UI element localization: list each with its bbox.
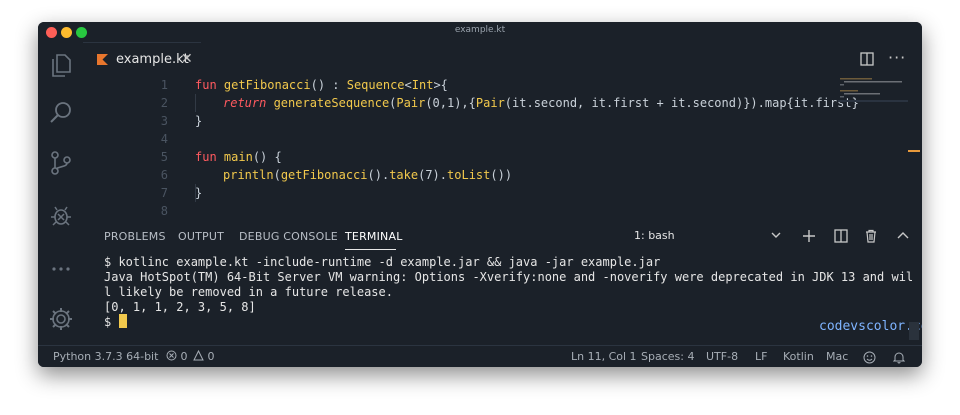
panel-tab-bar: PROBLEMS OUTPUT DEBUG CONSOLE TERMINAL 1… bbox=[83, 221, 922, 253]
line-number: 3 bbox=[160, 114, 168, 128]
code-line[interactable]: 1 fun getFibonacci() : Sequence<Int>{ bbox=[83, 76, 903, 94]
editor-tab-bar: example.kt ✕ ··· bbox=[83, 42, 922, 77]
settings-gear-icon[interactable] bbox=[48, 306, 74, 332]
kotlin-file-icon bbox=[97, 54, 108, 65]
end-of-line[interactable]: LF bbox=[755, 350, 767, 363]
code-text: fun main() { bbox=[195, 150, 282, 164]
terminal-line: l likely be removed in a future release. bbox=[104, 285, 393, 299]
code-line[interactable]: 4 bbox=[83, 130, 903, 148]
notifications-bell-icon[interactable] bbox=[893, 351, 905, 364]
platform[interactable]: Mac bbox=[826, 350, 848, 363]
split-editor-icon[interactable] bbox=[860, 52, 874, 66]
new-terminal-icon[interactable] bbox=[802, 229, 816, 243]
title-bar: example.kt bbox=[38, 22, 922, 43]
warning-icon bbox=[193, 349, 204, 361]
tab-output[interactable]: OUTPUT bbox=[178, 230, 224, 243]
terminal-prompt: $ bbox=[104, 315, 119, 329]
code-line[interactable]: 8 bbox=[83, 202, 903, 220]
split-terminal-icon[interactable] bbox=[834, 229, 848, 243]
line-number: 6 bbox=[160, 168, 168, 182]
code-line[interactable]: 3} bbox=[83, 112, 903, 130]
line-number: 7 bbox=[160, 186, 168, 200]
code-line[interactable]: 2 return generateSequence(Pair(0,1),{Pair… bbox=[83, 94, 903, 112]
chevron-down-icon bbox=[771, 232, 781, 238]
language-mode[interactable]: Kotlin bbox=[783, 350, 814, 363]
search-icon[interactable] bbox=[48, 100, 74, 126]
terminal-line: [0, 1, 1, 2, 3, 5, 8] bbox=[104, 300, 256, 314]
indentation[interactable]: Spaces: 4 bbox=[641, 350, 694, 363]
debug-icon[interactable] bbox=[48, 202, 74, 228]
terminal-scrollbar[interactable] bbox=[909, 322, 919, 340]
scrollbar-marker bbox=[908, 150, 920, 152]
terminal[interactable]: $ kotlinc example.kt -include-runtime -d… bbox=[83, 253, 922, 345]
code-text: return generateSequence(Pair(0,1),{Pair(… bbox=[223, 96, 859, 110]
active-tab-indicator bbox=[345, 249, 396, 250]
error-icon bbox=[166, 350, 177, 361]
line-number: 8 bbox=[160, 204, 168, 218]
close-tab-icon[interactable]: ✕ bbox=[181, 51, 193, 67]
line-number: 4 bbox=[160, 132, 168, 146]
tab-debug-console[interactable]: DEBUG CONSOLE bbox=[239, 230, 338, 243]
code-text: fun getFibonacci() : Sequence<Int>{ bbox=[195, 78, 448, 92]
line-number: 5 bbox=[160, 150, 168, 164]
code-editor[interactable]: 1 fun getFibonacci() : Sequence<Int>{ 2 ret… bbox=[83, 76, 909, 221]
tab-problems[interactable]: PROBLEMS bbox=[104, 230, 166, 243]
maximize-panel-icon[interactable] bbox=[896, 229, 910, 243]
terminal-cursor bbox=[119, 314, 127, 328]
line-number: 2 bbox=[160, 96, 168, 110]
terminal-line: Java HotSpot(TM) 64-Bit Server VM warnin… bbox=[104, 270, 914, 284]
tab-example-kt[interactable]: example.kt ✕ bbox=[83, 42, 201, 77]
cursor-position[interactable]: Ln 11, Col 1 bbox=[571, 350, 637, 363]
source-control-icon[interactable] bbox=[48, 150, 74, 176]
minimap[interactable] bbox=[838, 76, 908, 126]
terminal-select-value: 1: bash bbox=[634, 229, 675, 242]
code-text: } bbox=[195, 186, 203, 200]
problems-summary[interactable]: 0 0 bbox=[166, 349, 215, 363]
terminal-select[interactable]: 1: bash bbox=[628, 226, 788, 246]
python-interpreter[interactable]: Python 3.7.3 64-bit bbox=[53, 350, 158, 363]
more-actions-icon[interactable]: ··· bbox=[888, 48, 906, 67]
tab-terminal[interactable]: TERMINAL bbox=[345, 230, 403, 243]
window-title: example.kt bbox=[454, 25, 506, 35]
terminal-line: $ kotlinc example.kt -include-runtime -d… bbox=[104, 255, 661, 269]
activity-bar bbox=[38, 42, 83, 345]
tab-label: example.kt bbox=[116, 52, 189, 67]
trash-icon[interactable] bbox=[864, 229, 878, 243]
code-line[interactable]: 5 fun main() { bbox=[83, 148, 903, 166]
warning-count: 0 bbox=[207, 350, 215, 363]
code-line[interactable]: 7} bbox=[83, 184, 903, 202]
status-bar: Python 3.7.3 64-bit 0 0 Ln 11, Col 1 Spa… bbox=[38, 345, 922, 367]
encoding[interactable]: UTF-8 bbox=[706, 350, 738, 363]
explorer-icon[interactable] bbox=[48, 52, 74, 78]
error-count: 0 bbox=[180, 350, 188, 363]
more-icon[interactable] bbox=[48, 256, 74, 282]
feedback-smiley-icon[interactable] bbox=[863, 351, 876, 364]
code-text: println(getFibonacci().take(7).toList()) bbox=[223, 168, 513, 182]
code-line[interactable]: 6 println(getFibonacci().take(7).toList()… bbox=[83, 166, 903, 184]
watermark: codevscolor.com bbox=[819, 319, 922, 334]
line-number: 1 bbox=[160, 78, 168, 92]
code-text: } bbox=[195, 114, 203, 128]
editor-window: example.kt example.kt ✕ ··· 1 fun getFib… bbox=[38, 22, 922, 367]
